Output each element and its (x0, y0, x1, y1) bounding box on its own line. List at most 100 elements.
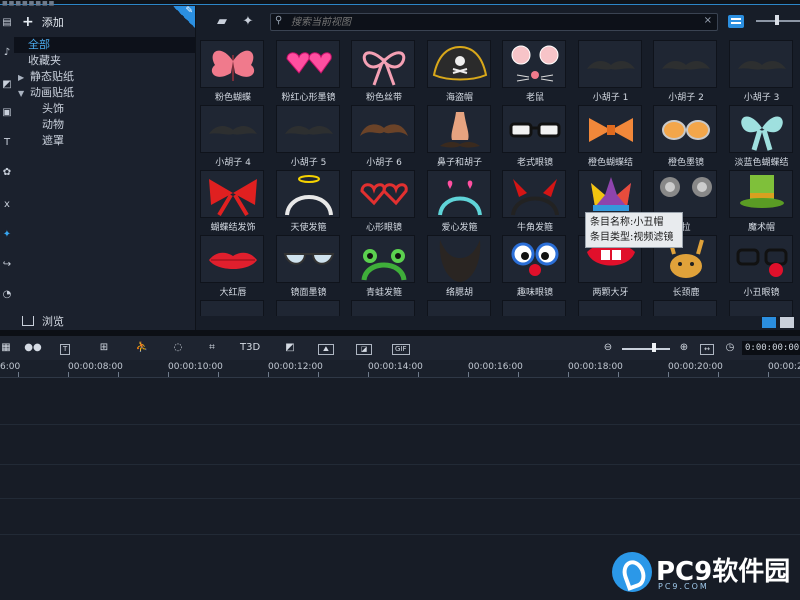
sticker-thumbnail (426, 170, 491, 218)
sticker-icon[interactable]: ✦ (1, 228, 13, 242)
sticker-tile[interactable]: 小胡子 3 (728, 40, 795, 103)
sticker-tile[interactable]: 老鼠 (502, 40, 568, 103)
tree-item-static-stickers[interactable]: ▶ 静态贴纸 (14, 69, 195, 85)
sticker-tile[interactable]: 海盗帽 (426, 40, 493, 103)
sticker-tile[interactable]: 牛角发箍 (502, 170, 568, 233)
track-separator (0, 498, 800, 499)
motion-icon[interactable]: ↪ (1, 258, 13, 272)
expand-icon[interactable]: ▶ (18, 70, 30, 86)
folder-add-icon[interactable]: ▰ (214, 14, 230, 30)
transition-icon[interactable]: ◩ (1, 78, 13, 92)
sticker-tile[interactable]: 天使发箍 (275, 170, 342, 233)
sticker-tile[interactable]: 小胡子 1 (577, 40, 644, 103)
thumbnail-size-knob[interactable] (775, 15, 779, 25)
sticker-tile[interactable]: 鼻子和胡子 (426, 105, 493, 168)
sticker-tile[interactable]: 粉色蝴蝶 (200, 40, 266, 103)
sticker-tile[interactable] (275, 300, 342, 316)
sticker-thumbnail (653, 300, 717, 316)
crop-icon[interactable]: ⌗ (204, 340, 220, 356)
sticker-thumbnail (200, 170, 264, 218)
sticker-tile[interactable]: 小胡子 4 (200, 105, 266, 168)
timeline-view-icon[interactable] (780, 317, 794, 328)
sticker-label: 粉色丝带 (365, 93, 402, 103)
browse-button[interactable]: 浏览 (22, 314, 64, 328)
add-category-button[interactable]: + 添加 (22, 14, 64, 30)
sticker-tile[interactable]: 大红唇 (200, 235, 266, 298)
sticker-tile[interactable]: 镜面墨镜 (275, 235, 342, 298)
sticker-tile[interactable]: 青蛙发箍 (351, 235, 417, 298)
text-icon[interactable]: T (1, 136, 13, 150)
sticker-tile[interactable] (351, 300, 417, 316)
timeline-ruler[interactable]: 6:00 00:00:08:00 00:00:10:00 00:00:12:00 00:… (0, 360, 800, 378)
sticker-tile[interactable]: 络腮胡 (426, 235, 493, 298)
sticker-tile[interactable]: 魔术帽 (728, 170, 795, 233)
ruler-tick (368, 372, 369, 377)
sticker-tile[interactable] (577, 300, 644, 316)
filter-icon[interactable]: x (1, 198, 13, 212)
zoom-slider[interactable] (622, 348, 670, 350)
graphics-icon[interactable]: ✿ (1, 166, 13, 180)
sticker-tile[interactable] (426, 300, 493, 316)
sticker-tile[interactable]: 爱心发箍 (426, 170, 493, 233)
collapse-icon[interactable]: ▼ (18, 86, 30, 102)
search-box[interactable]: ⚲ × (270, 13, 718, 31)
sticker-tile[interactable]: 蝴蝶结发饰 (200, 170, 266, 233)
mixer-icon[interactable]: ▦ (0, 340, 12, 356)
pan-zoom-icon[interactable]: ⛰ (318, 344, 334, 355)
favorite-add-icon[interactable]: ✦ (240, 14, 256, 30)
sticker-tile[interactable]: 心形眼镜 (351, 170, 417, 233)
sticker-tile[interactable]: 粉色丝带 (351, 40, 417, 103)
split-screen-icon[interactable]: ⊞ (96, 340, 112, 356)
3d-title-button[interactable]: T3D (240, 340, 260, 356)
title-icon[interactable]: ▣ (1, 106, 13, 120)
sticker-tile[interactable]: 小丑眼镜 (728, 235, 795, 298)
sticker-tile[interactable] (728, 300, 795, 316)
gif-button[interactable]: GIF (392, 344, 410, 355)
sticker-tile[interactable] (200, 300, 266, 316)
sticker-tile[interactable] (653, 300, 719, 316)
mask-icon[interactable]: ◌ (170, 340, 186, 356)
timecode-display[interactable]: 0:00:00:00 (742, 341, 800, 355)
sticker-tile[interactable]: 橙色蝴蝶结 (577, 105, 644, 168)
list-view-button[interactable] (728, 15, 744, 28)
sticker-tile[interactable]: 橙色墨镜 (653, 105, 719, 168)
title-button[interactable]: T (60, 344, 71, 355)
color-grading-icon[interactable]: ◩ (282, 340, 298, 356)
ruler-time-label: 00:00:10:00 (168, 362, 223, 372)
sticker-tile[interactable]: 趣味眼镜 (502, 235, 568, 298)
tree-item-all[interactable]: 全部 (14, 37, 195, 53)
funny-glasses-icon (511, 242, 559, 276)
clock-icon[interactable]: ◔ (1, 288, 13, 302)
tree-item-headwear[interactable]: 头饰 (14, 101, 195, 117)
auto-music-icon[interactable]: ●● (24, 340, 42, 356)
tree-item-animated-stickers[interactable]: ▼ 动画贴纸 (14, 85, 195, 101)
blend-icon[interactable]: ◪ (356, 344, 372, 355)
pin-icon[interactable]: ✎ (173, 6, 195, 28)
sticker-tile[interactable] (502, 300, 568, 316)
sticker-thumbnail (426, 300, 491, 316)
zoom-in-icon[interactable]: ⊕ (678, 340, 690, 356)
instant-project-icon[interactable]: ♪ (1, 46, 13, 60)
sticker-tile[interactable]: 小胡子 2 (653, 40, 719, 103)
library-view-options[interactable] (758, 317, 798, 329)
motion-tracking-icon[interactable]: ⛹ (134, 340, 150, 356)
tree-item-favorites[interactable]: 收藏夹 (14, 53, 195, 69)
tooltip-type: 条目类型:视频滤镜 (590, 232, 674, 243)
tree-item-animals[interactable]: 动物 (14, 117, 195, 133)
sticker-tile[interactable]: 小胡子 6 (351, 105, 417, 168)
zoom-out-icon[interactable]: ⊖ (602, 340, 614, 356)
clear-search-icon[interactable]: × (704, 15, 712, 26)
search-input[interactable] (291, 15, 691, 29)
sticker-tile[interactable]: 小胡子 5 (275, 105, 342, 168)
sticker-tile[interactable]: 老式眼镜 (502, 105, 568, 168)
sticker-thumbnail (577, 170, 642, 218)
media-icon[interactable]: ▤ (1, 16, 13, 30)
ruler-tick (268, 372, 269, 377)
sticker-tile[interactable]: 粉红心形墨镜 (275, 40, 342, 103)
ruler-time-label: 6:00 (0, 362, 21, 372)
sticker-tile[interactable]: 淡蓝色蝴蝶结 (728, 105, 795, 168)
tree-item-masks[interactable]: 遮罩 (14, 133, 195, 149)
fit-project-icon[interactable]: ↔ (700, 344, 714, 355)
storyboard-view-icon[interactable] (762, 317, 776, 328)
zoom-slider-knob[interactable] (652, 343, 656, 352)
